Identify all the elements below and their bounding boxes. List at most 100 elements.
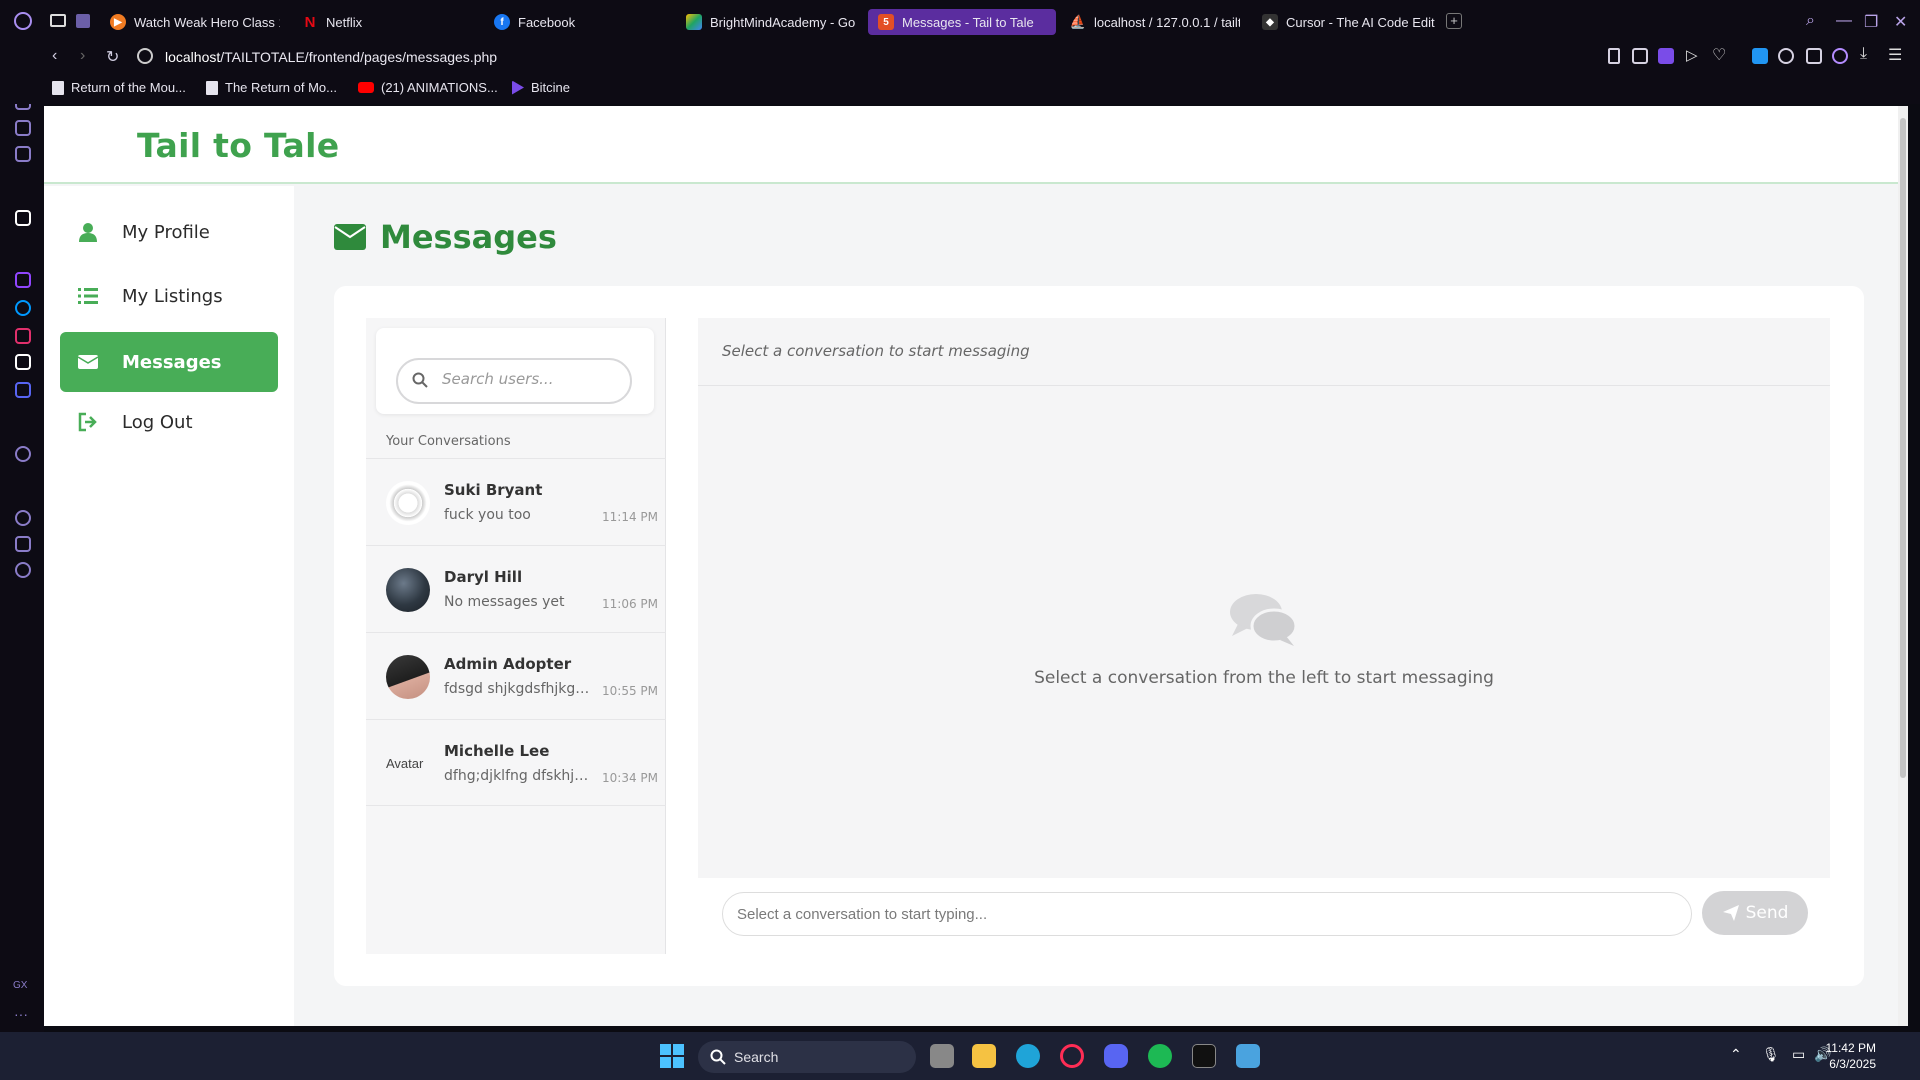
tab-brightmind[interactable]: BrightMindAcademy - Go bbox=[676, 9, 856, 35]
taskbar-clock[interactable]: 11:42 PM 6/3/2025 bbox=[1826, 1040, 1876, 1072]
user-icon bbox=[79, 223, 97, 242]
extension-bird-icon[interactable] bbox=[1778, 48, 1794, 64]
discord-icon[interactable] bbox=[1104, 1044, 1128, 1068]
chat-header: Select a conversation to start messaging bbox=[698, 318, 1830, 386]
pinned-tab-icon[interactable] bbox=[76, 14, 90, 28]
windows-taskbar bbox=[0, 1032, 1920, 1080]
bookmark-1[interactable]: Return of the Mou... bbox=[52, 80, 186, 95]
site-title[interactable]: Tail to Tale bbox=[137, 126, 339, 165]
player-circle-icon[interactable] bbox=[15, 446, 31, 462]
easy-setup-icon[interactable]: ☰ bbox=[1888, 45, 1902, 65]
document-icon bbox=[206, 80, 218, 95]
cursor-app-icon[interactable] bbox=[1192, 1044, 1216, 1068]
bookmark-3[interactable]: (21) ANIMATIONS... bbox=[358, 80, 498, 95]
youtube-icon bbox=[358, 82, 374, 93]
nav-my-profile[interactable]: My Profile bbox=[60, 202, 278, 262]
web-page: Tail to Tale My Profile My Listings Mess… bbox=[44, 106, 1908, 1026]
player-icon[interactable] bbox=[15, 210, 31, 226]
html-icon: 5 bbox=[878, 14, 894, 30]
notepad-icon[interactable] bbox=[1236, 1044, 1260, 1068]
heart-icon[interactable]: ♡ bbox=[1712, 45, 1726, 65]
paper-plane-icon bbox=[1722, 905, 1739, 921]
scrollbar-thumb[interactable] bbox=[1900, 118, 1906, 778]
download-icon[interactable]: ⤓ bbox=[1860, 45, 1867, 63]
tab-messages[interactable]: 5 Messages - Tail to Tale bbox=[868, 9, 1056, 35]
site-info-icon[interactable] bbox=[137, 48, 153, 64]
document-icon bbox=[52, 80, 64, 95]
facebook-icon: f bbox=[494, 14, 510, 30]
task-view-icon[interactable] bbox=[930, 1044, 954, 1068]
page-heading: Messages bbox=[334, 218, 557, 256]
dashboard-sidebar: My Profile My Listings Messages Log Out bbox=[44, 186, 294, 1026]
player-play-icon[interactable]: ▷ bbox=[1686, 46, 1698, 64]
search-tabs-icon[interactable]: ⌕ bbox=[1806, 12, 1815, 30]
history-icon[interactable] bbox=[15, 510, 31, 526]
extensions-puzzle-icon[interactable] bbox=[1806, 48, 1822, 64]
snapshot-icon[interactable] bbox=[1632, 48, 1648, 64]
gallery-icon[interactable] bbox=[50, 14, 66, 27]
extension-f-icon[interactable] bbox=[1752, 48, 1768, 64]
instagram-icon[interactable] bbox=[15, 328, 31, 344]
conversation-item[interactable]: Daryl Hill No messages yet 11:06 PM bbox=[366, 545, 666, 632]
search-icon bbox=[710, 1049, 726, 1065]
send-button[interactable]: Send bbox=[1702, 891, 1808, 935]
bookmark-4[interactable]: Bitcine bbox=[512, 80, 570, 95]
url-field[interactable]: localhost/TAILTOTALE/frontend/pages/mess… bbox=[165, 49, 497, 65]
close-button[interactable]: ✕ bbox=[1894, 12, 1907, 32]
bookmark-icon[interactable] bbox=[1608, 48, 1620, 64]
nav-log-out[interactable]: Log Out bbox=[60, 392, 278, 452]
opera-gx-icon[interactable] bbox=[1060, 1044, 1084, 1068]
music-icon[interactable] bbox=[15, 146, 31, 162]
spotify-icon[interactable] bbox=[1148, 1044, 1172, 1068]
tab-facebook[interactable]: f Facebook bbox=[484, 9, 674, 35]
back-icon[interactable]: ‹ bbox=[52, 47, 57, 65]
conversation-item[interactable]: Suki Bryant fuck you too 11:14 PM bbox=[366, 458, 666, 545]
more-icon[interactable]: ··· bbox=[14, 1006, 28, 1022]
netflix-icon: N bbox=[304, 13, 316, 31]
conversation-item[interactable]: Avatar Michelle Lee dfhg;djklfng dfskhjv… bbox=[366, 719, 666, 806]
chat-bubbles-icon bbox=[1230, 594, 1298, 646]
network-icon[interactable]: ▭ bbox=[1792, 1046, 1805, 1063]
vpn-shield-icon[interactable] bbox=[1658, 48, 1674, 64]
tab-phpmyadmin[interactable]: ⛵ localhost / 127.0.0.1 / tailt bbox=[1060, 9, 1240, 35]
file-explorer-icon[interactable] bbox=[972, 1044, 996, 1068]
discord-icon[interactable] bbox=[15, 382, 31, 398]
windows-start-icon[interactable] bbox=[660, 1044, 684, 1068]
tiktok-icon[interactable] bbox=[15, 354, 31, 370]
workspace-icon[interactable] bbox=[15, 120, 31, 136]
envelope-icon bbox=[78, 355, 98, 369]
page-scrollbar[interactable] bbox=[1898, 106, 1908, 1026]
cursor-icon: ◆ bbox=[1262, 14, 1278, 30]
nav-my-listings[interactable]: My Listings bbox=[60, 266, 278, 326]
microphone-icon[interactable]: 🎙 bbox=[1762, 1046, 1780, 1063]
settings-gear-icon[interactable] bbox=[15, 562, 31, 578]
bookmark-2[interactable]: The Return of Mo... bbox=[206, 80, 337, 95]
twitch-icon[interactable] bbox=[15, 272, 31, 288]
tab-netflix[interactable]: N Netflix bbox=[292, 9, 442, 35]
restore-button[interactable]: ❐ bbox=[1864, 12, 1878, 32]
taskbar-search[interactable]: Search bbox=[698, 1041, 916, 1073]
play-icon: ▶ bbox=[110, 14, 126, 30]
extensions-icon[interactable] bbox=[15, 536, 31, 552]
tab-weak-hero[interactable]: ▶ Watch Weak Hero Class 1 bbox=[100, 9, 280, 35]
profile-icon[interactable] bbox=[1832, 48, 1848, 64]
search-input[interactable] bbox=[442, 370, 622, 388]
tray-chevron-icon[interactable]: ⌃ bbox=[1730, 1046, 1742, 1063]
edge-icon[interactable] bbox=[1016, 1044, 1040, 1068]
message-input[interactable] bbox=[722, 892, 1692, 936]
search-field[interactable] bbox=[396, 358, 632, 404]
drive-icon bbox=[686, 14, 702, 30]
reload-icon[interactable]: ↻ bbox=[106, 47, 119, 67]
minimize-button[interactable]: — bbox=[1836, 12, 1852, 30]
envelope-icon bbox=[334, 224, 366, 250]
new-tab-button[interactable]: + bbox=[1446, 13, 1462, 29]
forward-icon[interactable]: › bbox=[80, 47, 85, 65]
nav-messages[interactable]: Messages bbox=[60, 332, 278, 392]
tab-cursor[interactable]: ◆ Cursor - The AI Code Edit bbox=[1252, 9, 1438, 35]
avatar-broken-image: Avatar bbox=[386, 756, 424, 771]
messenger-icon[interactable] bbox=[15, 300, 31, 316]
conversation-item[interactable]: Admin Adopter fdsgd shjkgdsfhjkg ... 10:… bbox=[366, 632, 666, 719]
list-icon bbox=[78, 288, 98, 304]
logout-icon bbox=[78, 412, 97, 432]
opera-menu-icon[interactable] bbox=[14, 12, 32, 30]
